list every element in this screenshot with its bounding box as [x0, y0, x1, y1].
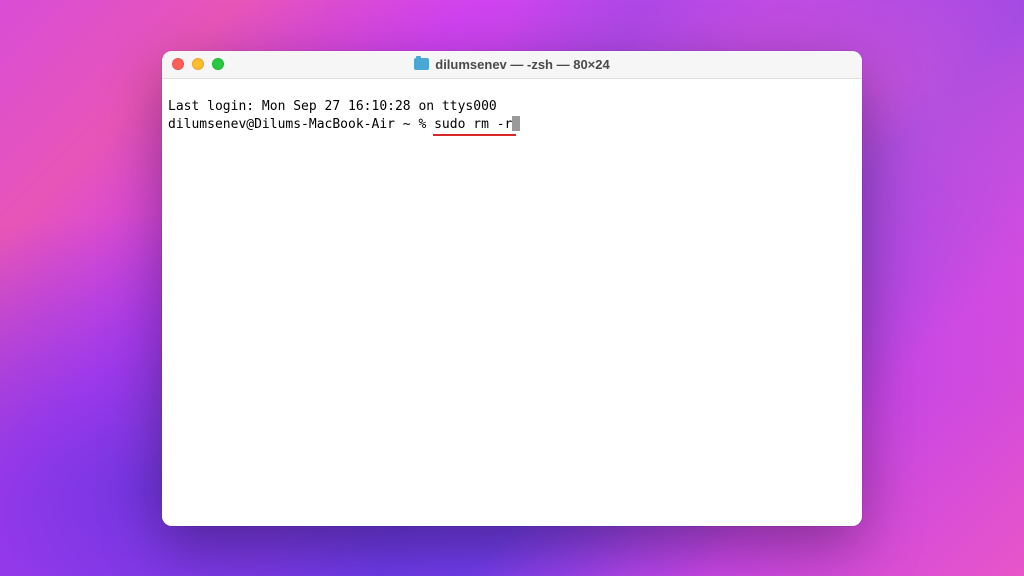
close-icon[interactable]	[172, 58, 184, 70]
terminal-content[interactable]: Last login: Mon Sep 27 16:10:28 on ttys0…	[162, 79, 862, 526]
terminal-window: dilumsenev — -zsh — 80×24 Last login: Mo…	[162, 51, 862, 526]
cursor-icon	[512, 116, 520, 131]
minimize-icon[interactable]	[192, 58, 204, 70]
folder-icon	[414, 58, 429, 70]
annotation-underline	[433, 134, 516, 136]
window-title-group: dilumsenev — -zsh — 80×24	[162, 57, 862, 72]
typed-command: sudo rm -r	[434, 117, 512, 132]
prompt-line: dilumsenev@Dilums-MacBook-Air ~ % sudo r…	[168, 116, 520, 134]
window-title: dilumsenev — -zsh — 80×24	[435, 57, 609, 72]
maximize-icon[interactable]	[212, 58, 224, 70]
traffic-lights	[172, 58, 224, 70]
last-login-line: Last login: Mon Sep 27 16:10:28 on ttys0…	[168, 99, 856, 116]
titlebar[interactable]: dilumsenev — -zsh — 80×24	[162, 51, 862, 79]
shell-prompt: dilumsenev@Dilums-MacBook-Air ~ %	[168, 117, 434, 132]
